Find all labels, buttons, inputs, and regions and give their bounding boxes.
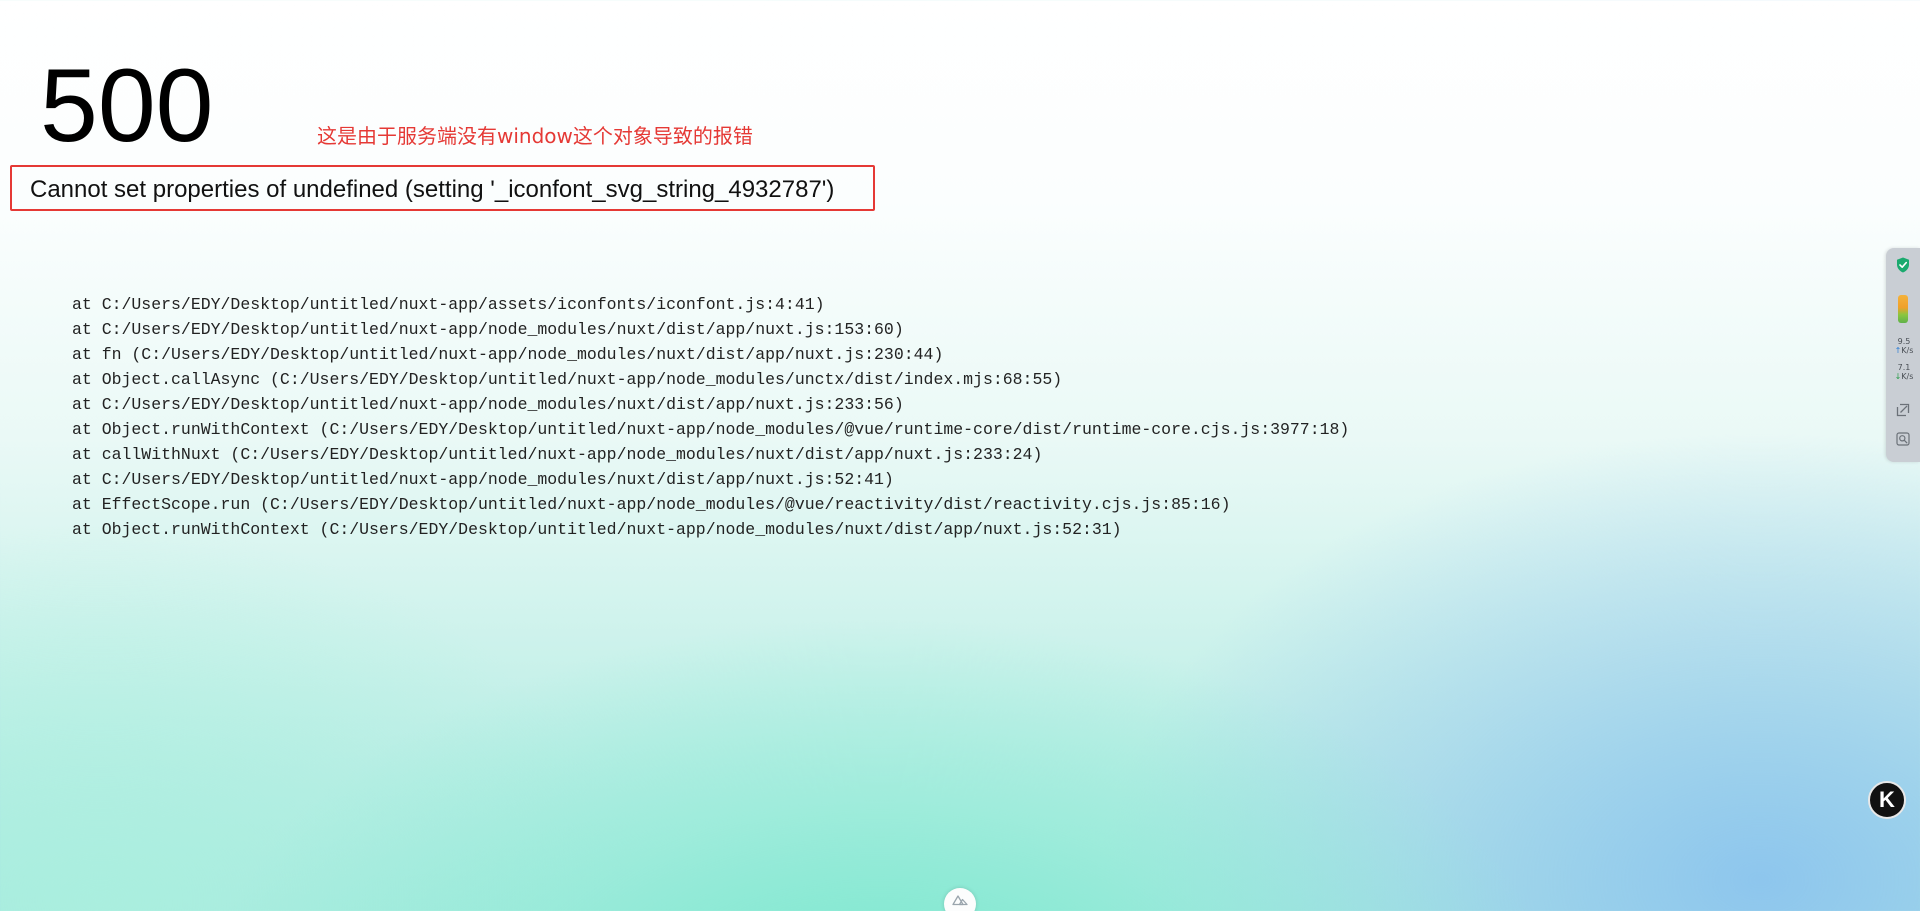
download-speed-unit: K/s	[1901, 372, 1914, 381]
search-icon[interactable]	[1896, 432, 1910, 446]
usage-bar-icon	[1898, 295, 1908, 323]
upload-speed: 9.5 ↑K/s	[1888, 337, 1920, 355]
stack-frame: at Object.callAsync (C:/Users/EDY/Deskto…	[72, 370, 1063, 389]
stack-frame: at C:/Users/EDY/Desktop/untitled/nuxt-ap…	[72, 395, 904, 414]
system-monitor-panel[interactable]: 9.5 ↑K/s 7.1 ↓K/s	[1886, 248, 1920, 462]
k-extension-button[interactable]: K	[1868, 781, 1906, 819]
upload-speed-value: 9.5	[1897, 337, 1911, 346]
error-message: Cannot set properties of undefined (sett…	[30, 176, 835, 203]
stack-frame: at callWithNuxt (C:/Users/EDY/Desktop/un…	[72, 445, 1043, 464]
stack-frame: at EffectScope.run (C:/Users/EDY/Desktop…	[72, 495, 1231, 514]
error-stack-trace: at C:/Users/EDY/Desktop/untitled/nuxt-ap…	[72, 292, 1349, 542]
screenshot-icon[interactable]	[1896, 403, 1910, 417]
stack-frame: at C:/Users/EDY/Desktop/untitled/nuxt-ap…	[72, 470, 894, 489]
stack-frame: at fn (C:/Users/EDY/Desktop/untitled/nux…	[72, 345, 944, 364]
download-speed-value: 7.1	[1897, 363, 1911, 372]
stack-frame: at Object.runWithContext (C:/Users/EDY/D…	[72, 420, 1350, 439]
nuxt-logo-icon	[952, 895, 968, 906]
shield-icon[interactable]	[1896, 257, 1910, 273]
error-annotation: 这是由于服务端没有window这个对象导致的报错	[317, 124, 753, 148]
stack-frame: at Object.runWithContext (C:/Users/EDY/D…	[72, 520, 1122, 539]
upload-speed-unit: K/s	[1901, 346, 1914, 355]
nuxt-devtools-toggle[interactable]	[944, 888, 976, 911]
stack-frame: at C:/Users/EDY/Desktop/untitled/nuxt-ap…	[72, 295, 825, 314]
download-speed: 7.1 ↓K/s	[1888, 363, 1920, 381]
stack-frame: at C:/Users/EDY/Desktop/untitled/nuxt-ap…	[72, 320, 904, 339]
error-status-code: 500	[40, 48, 214, 164]
